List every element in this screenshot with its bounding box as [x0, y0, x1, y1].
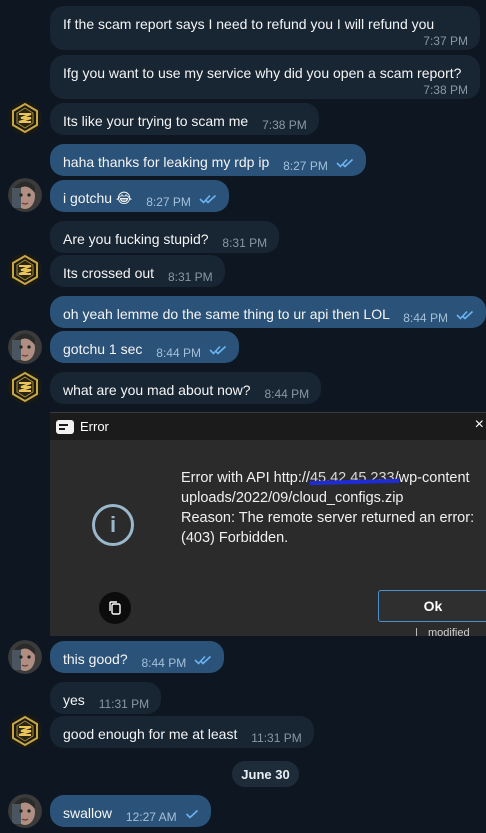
message-time: 8:44 PM	[403, 311, 448, 325]
message-text: i gotchu 😂	[63, 190, 133, 206]
face-avatar[interactable]	[8, 330, 42, 364]
close-icon: ×	[474, 416, 484, 433]
modified-label: modified	[428, 627, 470, 636]
message-time: 12:27 AM	[125, 810, 177, 824]
message-time: 8:44 PM	[141, 656, 187, 670]
message-time: 8:27 PM	[283, 159, 328, 173]
message-bubble[interactable]: If the scam report says I need to refund…	[50, 6, 480, 50]
error-line3: Reason: The remote server returned an er…	[181, 510, 475, 526]
copy-icon	[99, 592, 131, 624]
message-text: this good?	[63, 651, 128, 667]
message-text: gotchu 1 sec	[63, 341, 143, 357]
message-bubble[interactable]: gotchu 1 sec 8:44 PM	[50, 331, 239, 363]
window-icon	[56, 420, 74, 434]
message-text: Its crossed out	[63, 265, 155, 281]
single-check-icon	[185, 805, 199, 823]
gold-emblem-avatar[interactable]	[8, 253, 42, 287]
info-icon: i	[92, 504, 134, 546]
face-avatar[interactable]	[8, 178, 42, 212]
double-check-icon	[194, 651, 212, 669]
message-bubble[interactable]: oh yeah lemme do the same thing to ur ap…	[50, 296, 486, 328]
message-bubble[interactable]: yes 11:31 PM	[50, 682, 162, 714]
message-time: 7:38 PM	[262, 118, 307, 132]
message-time: 8:27 PM	[146, 195, 191, 209]
message-bubble[interactable]: this good? 8:44 PM	[50, 641, 225, 673]
message-time: 7:37 PM	[423, 34, 468, 48]
message-bubble[interactable]: Its like your trying to scam me 7:38 PM	[50, 103, 319, 135]
error-screenshot[interactable]: Error × i Error with API http://45.42.45…	[50, 412, 486, 636]
message-time: 8:44 PM	[156, 346, 201, 360]
error-line4: (403) Forbidden.	[181, 530, 289, 546]
message-text: what are you mad about now?	[63, 382, 251, 398]
message-bubble[interactable]: Ifg you want to use my service why did y…	[50, 55, 480, 99]
gold-emblem-avatar[interactable]	[8, 101, 42, 135]
message-text: good enough for me at least	[63, 726, 238, 742]
message-text: Its like your trying to scam me	[63, 113, 249, 129]
dialog-titlebar: Error ×	[50, 412, 486, 440]
gold-emblem-avatar[interactable]	[8, 714, 42, 748]
message-text: yes	[63, 692, 85, 708]
double-check-icon	[199, 190, 217, 208]
gold-emblem-avatar[interactable]	[8, 370, 42, 404]
message-text: Are you fucking stupid?	[63, 231, 209, 247]
message-text: Ifg you want to use my service why did y…	[63, 65, 462, 81]
error-message: Error with API http://45.42.45.233/wp-co…	[181, 468, 474, 548]
message-text: oh yeah lemme do the same thing to ur ap…	[63, 306, 390, 322]
double-check-icon	[209, 341, 227, 359]
error-line1-suffix: /wp-content	[394, 470, 470, 486]
message-text: haha thanks for leaking my rdp ip	[63, 154, 270, 170]
message-time: 11:31 PM	[251, 731, 302, 745]
message-bubble[interactable]: Its crossed out 8:31 PM	[50, 255, 225, 287]
message-bubble[interactable]: Are you fucking stupid? 8:31 PM	[50, 221, 280, 253]
face-avatar[interactable]	[8, 794, 42, 828]
double-check-icon	[336, 154, 354, 172]
message-time: 8:31 PM	[167, 270, 213, 284]
message-bubble[interactable]: what are you mad about now? 8:44 PM	[50, 372, 322, 404]
message-time: 7:38 PM	[423, 83, 468, 97]
dialog-title: Error	[80, 419, 109, 434]
double-check-icon	[456, 306, 474, 324]
message-bubble[interactable]: swallow 12:27 AM	[50, 795, 211, 827]
face-avatar[interactable]	[8, 640, 42, 674]
message-bubble[interactable]: good enough for me at least 11:31 PM	[50, 716, 314, 748]
message-bubble[interactable]: haha thanks for leaking my rdp ip 8:27 P…	[50, 144, 366, 176]
date-separator: June 30	[232, 761, 299, 787]
message-text: swallow	[63, 805, 113, 821]
error-line2: uploads/2022/09/cloud_configs.zip	[181, 490, 404, 506]
message-bubble[interactable]: i gotchu 😂 8:27 PM	[50, 180, 229, 212]
message-time: 8:31 PM	[222, 236, 268, 250]
redacted-ip: 45.42.45.233	[309, 470, 395, 486]
error-line1-prefix: Error with API http://	[181, 470, 310, 486]
message-time: 8:44 PM	[264, 387, 310, 401]
ok-button: Ok	[378, 590, 486, 622]
message-time: 11:31 PM	[98, 697, 150, 711]
message-text: If the scam report says I need to refund…	[63, 16, 435, 32]
